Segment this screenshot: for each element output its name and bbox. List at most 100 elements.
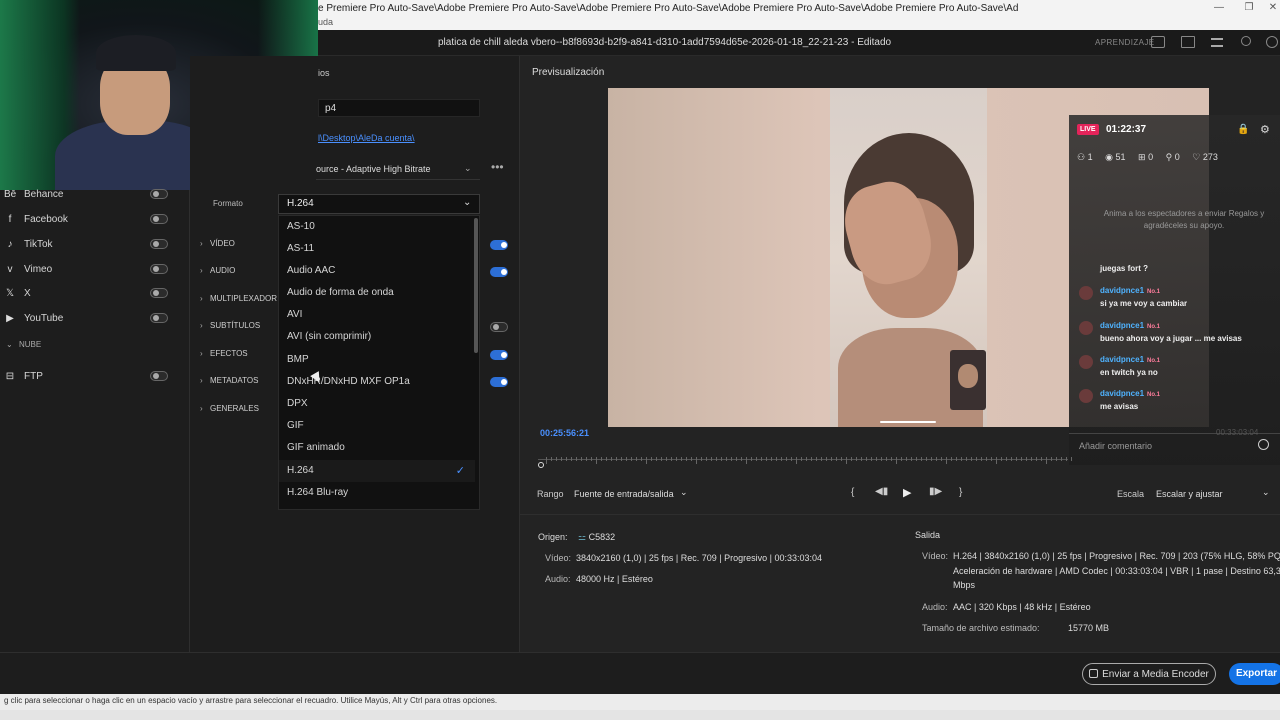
tiktok-icon: ♪: [7, 239, 13, 250]
format-option[interactable]: H.264 Blu-ray: [279, 482, 475, 504]
mark-in-icon[interactable]: {: [851, 487, 854, 498]
fullscreen-icon[interactable]: [1266, 36, 1278, 48]
timeline-tick: [741, 457, 742, 461]
playhead[interactable]: [538, 462, 544, 468]
timeline-tick: [811, 457, 812, 461]
x-icon: 𝕏: [5, 288, 15, 299]
lock-icon[interactable]: 🔒: [1237, 124, 1249, 135]
dest-tiktok[interactable]: ♪ TikTok: [0, 234, 188, 258]
format-option[interactable]: AS-11: [279, 238, 475, 260]
learn-button[interactable]: APRENDIZAJE: [1095, 38, 1155, 47]
output-video-line1: H.264 | 3840x2160 (1,0) | 25 fps | Progr…: [953, 551, 1280, 561]
timeline-tick: [546, 457, 547, 464]
menu-icon[interactable]: [1211, 38, 1223, 47]
format-option[interactable]: AVI: [279, 304, 475, 326]
dest-facebook[interactable]: f Facebook: [0, 209, 188, 233]
video-toggle[interactable]: [490, 240, 508, 250]
minimize-icon[interactable]: —: [1204, 2, 1234, 16]
share-icon: ⚲: [1165, 152, 1173, 162]
chat-message: juegas fort ?: [1100, 264, 1149, 273]
more-options-icon[interactable]: •••: [491, 160, 504, 174]
format-option[interactable]: DPX: [279, 393, 475, 415]
panel-icon[interactable]: [1151, 36, 1165, 48]
timeline-tick: [731, 457, 732, 461]
live-badge: LIVE: [1077, 124, 1099, 135]
checkmark-icon: ✓: [455, 465, 465, 477]
format-option[interactable]: AVI (sin comprimir): [279, 326, 475, 348]
play-icon[interactable]: ▶: [903, 486, 911, 499]
chevron-right-icon: ›: [200, 294, 203, 303]
format-option[interactable]: Audio AAC: [279, 260, 475, 282]
youtube-icon: ▶: [6, 313, 14, 324]
section-general[interactable]: › GENERALES: [200, 404, 259, 422]
format-option[interactable]: Audio de forma de onda: [279, 282, 475, 304]
behance-toggle[interactable]: [150, 189, 168, 199]
timeline-tick: [916, 457, 917, 461]
timeline-tick: [996, 457, 997, 464]
format-select[interactable]: H.264 ⌄: [278, 194, 480, 214]
gear-icon[interactable]: ⚙: [1260, 123, 1270, 136]
tiktok-toggle[interactable]: [150, 239, 168, 249]
step-back-icon[interactable]: ◀▮: [875, 486, 888, 497]
send-to-media-encoder-button[interactable]: Enviar a Media Encoder: [1082, 663, 1216, 685]
vimeo-toggle[interactable]: [150, 264, 168, 274]
timeline-tick: [551, 457, 552, 461]
section-effects[interactable]: › EFECTOS: [200, 349, 248, 367]
timeline-tick: [611, 457, 612, 461]
metadata-toggle[interactable]: [490, 377, 508, 387]
youtube-toggle[interactable]: [150, 313, 168, 323]
timeline-tick: [1011, 457, 1012, 461]
chat-entry: davidpnce1 No.1 me avisas: [1100, 389, 1161, 411]
step-forward-icon[interactable]: ▮▶: [929, 486, 942, 497]
format-option[interactable]: BMP: [279, 349, 475, 371]
scale-select[interactable]: Escalar y ajustar ⌄: [1152, 485, 1274, 503]
timeline-tick: [1006, 457, 1007, 461]
chat-entry: davidpnce1 No.1 en twitch ya no: [1100, 355, 1161, 377]
subtitles-toggle[interactable]: [490, 322, 508, 332]
section-subtitles[interactable]: › SUBTÍTULOS: [200, 321, 260, 339]
timeline-tick: [681, 457, 682, 461]
timeline-tick: [776, 457, 777, 461]
format-option[interactable]: GIF animado: [279, 437, 475, 459]
section-video[interactable]: › VÍDEO: [200, 239, 235, 257]
timeline-tick: [836, 457, 837, 461]
settings-tab[interactable]: ios: [318, 68, 330, 78]
dropdown-scrollbar[interactable]: [474, 218, 478, 353]
filename-field[interactable]: p4: [318, 99, 480, 117]
preset-select[interactable]: ource - Adaptive High Bitrate ⌄: [316, 160, 480, 180]
dest-vimeo[interactable]: v Vimeo: [0, 259, 188, 283]
dest-youtube[interactable]: ▶ YouTube: [0, 308, 188, 332]
x-toggle[interactable]: [150, 288, 168, 298]
share-icon[interactable]: [1181, 36, 1195, 48]
facebook-toggle[interactable]: [150, 214, 168, 224]
cloud-header[interactable]: ⌄ NUBE: [6, 340, 41, 349]
mark-out-icon[interactable]: }: [959, 487, 962, 498]
search-icon[interactable]: [1241, 36, 1251, 46]
section-metadata[interactable]: › METADATOS: [200, 376, 258, 394]
format-option[interactable]: AS-10: [279, 216, 475, 238]
format-option-selected[interactable]: H.264 ✓: [279, 460, 475, 482]
timeline-tick: [716, 457, 717, 461]
timeline-scrubber[interactable]: [538, 453, 1280, 468]
timeline-tick: [831, 457, 832, 461]
close-icon[interactable]: ✕: [1258, 2, 1280, 16]
timeline-tick: [1041, 457, 1042, 461]
timeline-tick: [581, 457, 582, 461]
timeline-tick: [696, 457, 697, 464]
export-button[interactable]: Exportar: [1229, 663, 1280, 685]
audio-toggle[interactable]: [490, 267, 508, 277]
ftp-toggle[interactable]: [150, 371, 168, 381]
range-select[interactable]: Fuente de entrada/salida ⌄: [570, 485, 695, 503]
dest-x[interactable]: 𝕏 X: [0, 283, 188, 307]
section-audio[interactable]: › AUDIO: [200, 266, 235, 284]
location-link[interactable]: l\Desktop\AleDa cuenta\: [318, 133, 415, 143]
project-title: platica de chill aleda vbero--b8f8693d-b…: [438, 37, 892, 48]
section-multiplexer[interactable]: › MULTIPLEXADOR: [200, 294, 277, 312]
dest-ftp[interactable]: ⊟ FTP: [0, 366, 188, 390]
format-option[interactable]: GIF: [279, 415, 475, 437]
emoji-icon[interactable]: [1258, 439, 1269, 450]
dest-behance[interactable]: Bē Behance: [0, 184, 188, 208]
timeline-tick: [1021, 457, 1022, 461]
format-option[interactable]: DNxHR/DNxHD MXF OP1a: [279, 371, 475, 393]
effects-toggle[interactable]: [490, 350, 508, 360]
